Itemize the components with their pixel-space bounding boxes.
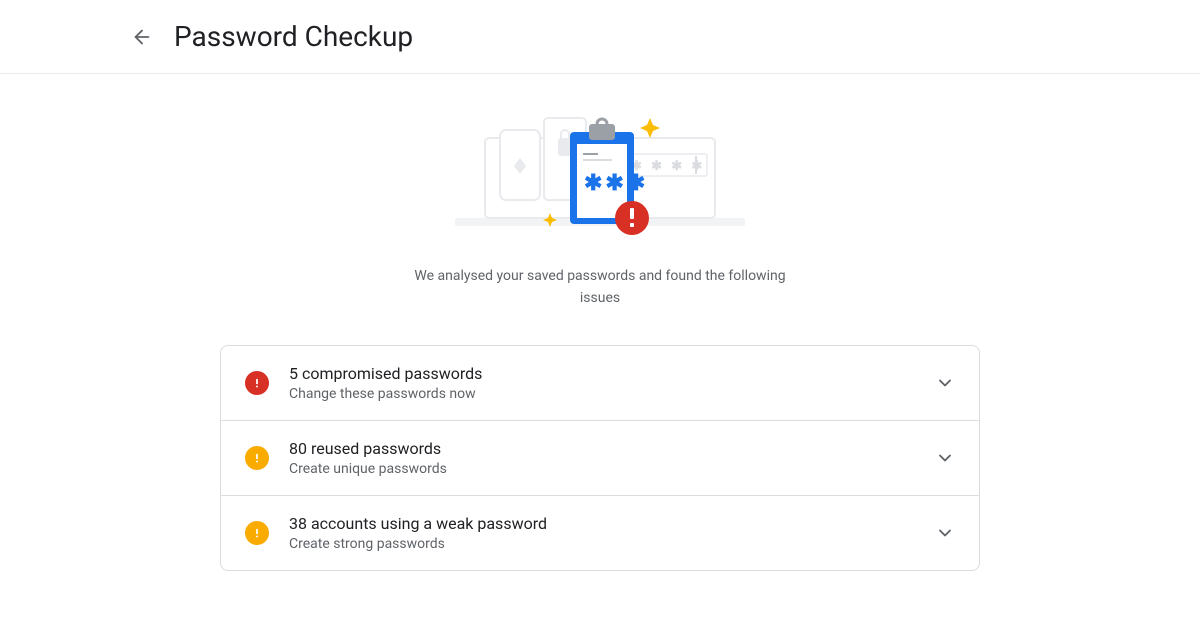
back-button[interactable] — [130, 25, 154, 49]
chevron-down-icon — [935, 523, 955, 543]
hero-summary-text: We analysed your saved passwords and fou… — [410, 266, 790, 309]
issue-title: 38 accounts using a weak password — [289, 514, 915, 533]
issue-row-compromised[interactable]: 5 compromised passwords Change these pas… — [221, 346, 979, 420]
chevron-down-icon — [935, 373, 955, 393]
issue-row-weak[interactable]: 38 accounts using a weak password Create… — [221, 495, 979, 570]
issue-text-block: 5 compromised passwords Change these pas… — [289, 364, 915, 402]
svg-text:✱✱✱: ✱✱✱ — [584, 171, 648, 196]
issues-card: 5 compromised passwords Change these pas… — [220, 345, 980, 571]
warning-icon — [245, 521, 269, 545]
warning-icon — [245, 446, 269, 470]
hero-section: ✱ ✱ ✱ ✱ ✱✱✱ — [220, 98, 980, 309]
issue-subtitle: Create unique passwords — [289, 461, 915, 477]
chevron-down-icon — [935, 448, 955, 468]
issue-row-reused[interactable]: 80 reused passwords Create unique passwo… — [221, 420, 979, 495]
arrow-left-icon — [131, 26, 153, 48]
issue-title: 80 reused passwords — [289, 439, 915, 458]
main-content: ✱ ✱ ✱ ✱ ✱✱✱ — [220, 74, 980, 571]
page-title: Password Checkup — [174, 20, 413, 53]
hero-illustration: ✱ ✱ ✱ ✱ ✱✱✱ — [440, 98, 760, 248]
alert-icon — [245, 371, 269, 395]
issue-text-block: 38 accounts using a weak password Create… — [289, 514, 915, 552]
issue-title: 5 compromised passwords — [289, 364, 915, 383]
issue-subtitle: Create strong passwords — [289, 536, 915, 552]
issue-subtitle: Change these passwords now — [289, 386, 915, 402]
page-header: Password Checkup — [0, 0, 1200, 74]
issue-text-block: 80 reused passwords Create unique passwo… — [289, 439, 915, 477]
